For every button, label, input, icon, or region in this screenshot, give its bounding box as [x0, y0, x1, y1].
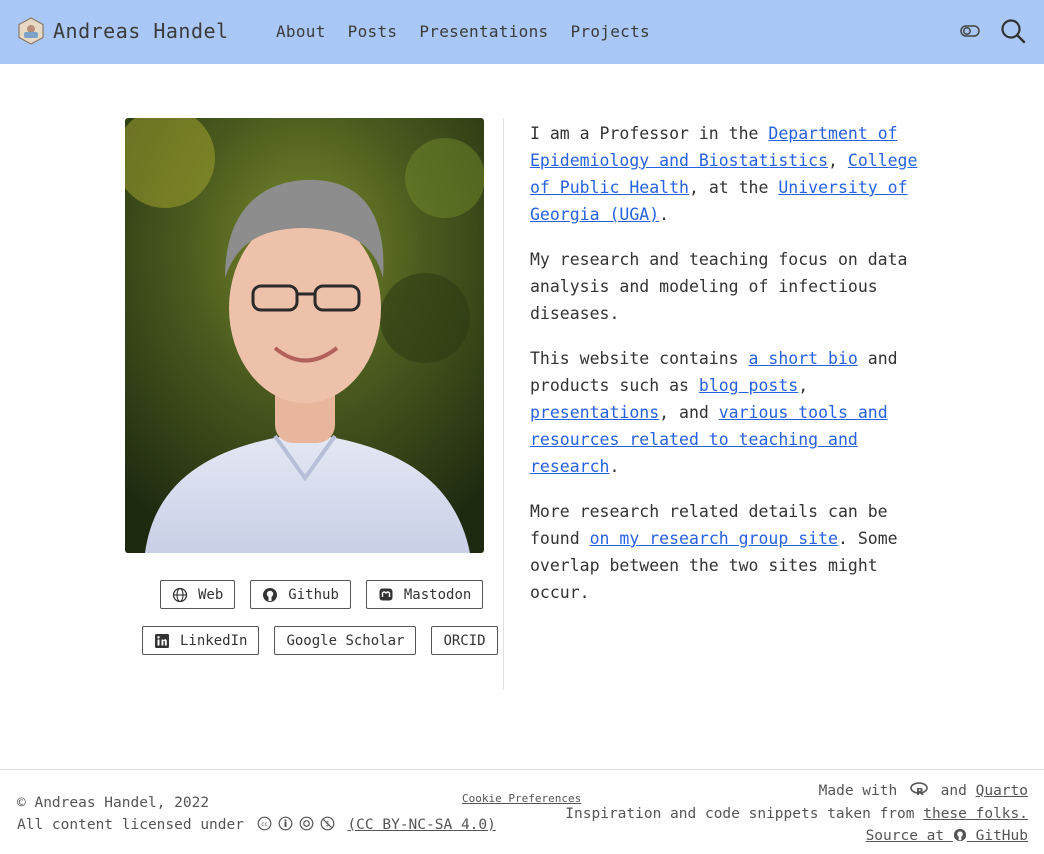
google-scholar-link-label: Google Scholar — [286, 632, 405, 649]
cc-icons: cc $ — [257, 816, 335, 831]
profile-links-row-2: LinkedIn Google Scholar ORCID — [142, 626, 498, 655]
bio-paragraph-1: I am a Professor in the Department of Ep… — [530, 120, 925, 228]
source-text: Source at — [865, 828, 945, 844]
made-with-line: Made with R and Quarto — [565, 780, 1028, 803]
web-link[interactable]: Web — [160, 580, 236, 609]
bio-text-span: , and — [659, 403, 719, 422]
r-icon: R — [910, 782, 928, 798]
nav-about[interactable]: About — [276, 22, 326, 41]
sa-icon: $ — [320, 816, 335, 831]
blog-posts-link[interactable]: blog posts — [699, 376, 798, 395]
license-text: All content licensed under — [17, 817, 244, 833]
search-icon[interactable] — [1000, 18, 1026, 44]
bio-paragraph-4: More research related details can be fou… — [530, 498, 925, 606]
research-group-link[interactable]: on my research group site — [590, 529, 838, 548]
presentations-link[interactable]: presentations — [530, 403, 659, 422]
bio-paragraph-3: This website contains a short bio and pr… — [530, 345, 925, 480]
profile-links-row-1: Web Github Mastodon — [160, 580, 484, 609]
linkedin-link-label: LinkedIn — [180, 632, 248, 649]
globe-icon — [172, 587, 188, 602]
mastodon-link[interactable]: Mastodon — [365, 580, 484, 609]
cc-icon: cc — [257, 816, 272, 831]
navbar: Andreas Handel About Posts Presentations… — [0, 0, 1044, 64]
bio-text-span: . — [659, 205, 670, 224]
source-github-link[interactable]: Source at GitHub — [866, 828, 1028, 844]
bio-text: I am a Professor in the Department of Ep… — [530, 120, 925, 624]
by-icon — [278, 816, 293, 831]
bio-text-span: . — [609, 457, 620, 476]
short-bio-link[interactable]: a short bio — [749, 349, 858, 368]
linkedin-link[interactable]: LinkedIn — [142, 626, 260, 655]
github-link-label: Github — [288, 586, 339, 603]
logo-icon — [18, 17, 44, 45]
made-with-text: Made with — [818, 783, 898, 799]
toggle-icon[interactable] — [960, 25, 980, 37]
bio-text-span: , — [828, 151, 848, 170]
nav-presentations[interactable]: Presentations — [419, 22, 548, 41]
quarto-link[interactable]: Quarto — [976, 783, 1028, 799]
orcid-link[interactable]: ORCID — [431, 626, 498, 655]
column-divider — [503, 118, 504, 690]
inspiration-text: Inspiration and code snippets taken from — [565, 805, 915, 822]
footer-right: Made with R and Quarto Inspiration and c… — [565, 780, 1028, 848]
github-icon — [263, 587, 278, 602]
cookie-preferences-link[interactable]: Cookie Preferences — [462, 792, 581, 805]
nav-projects[interactable]: Projects — [570, 22, 649, 41]
license-link[interactable]: (CC BY-NC-SA 4.0) — [347, 817, 495, 833]
these-folks-link[interactable]: these folks. — [923, 806, 1028, 822]
google-scholar-link[interactable]: Google Scholar — [274, 626, 417, 655]
copyright-text: © Andreas Handel, 2022 — [17, 795, 210, 811]
web-link-label: Web — [198, 586, 224, 603]
footer-left: © Andreas Handel, 2022 All content licen… — [17, 792, 496, 836]
and-text: and — [940, 783, 967, 799]
nav-tools — [960, 18, 1026, 44]
bio-text-span: , — [798, 376, 809, 395]
nav-posts[interactable]: Posts — [348, 22, 398, 41]
inspiration-line: Inspiration and code snippets taken from… — [565, 803, 1028, 826]
github-text: GitHub — [975, 828, 1028, 844]
github-icon — [953, 828, 966, 842]
bio-text-span: I am a Professor in the — [530, 124, 769, 143]
license-line: All content licensed under cc $ (CC BY-N… — [17, 814, 496, 836]
svg-text:$: $ — [325, 820, 329, 828]
svg-text:cc: cc — [261, 821, 268, 828]
nc-icon — [299, 816, 314, 831]
footer-center: Cookie Preferences — [462, 792, 581, 805]
bio-text-span: This website contains — [530, 349, 749, 368]
brand-link[interactable]: Andreas Handel — [17, 17, 229, 45]
profile-photo — [125, 118, 484, 553]
mastodon-link-label: Mastodon — [403, 586, 472, 603]
brand-title: Andreas Handel — [53, 19, 229, 43]
svg-text:R: R — [916, 787, 924, 796]
source-line: Source at GitHub — [565, 825, 1028, 848]
orcid-link-label: ORCID — [443, 632, 486, 649]
bio-paragraph-2: My research and teaching focus on data a… — [530, 250, 908, 323]
nav-links: About Posts Presentations Projects — [276, 22, 672, 41]
mastodon-icon — [379, 588, 393, 600]
bio-text-span: , at the — [688, 178, 779, 197]
linkedin-icon — [155, 633, 169, 648]
footer: © Andreas Handel, 2022 All content licen… — [0, 769, 1044, 854]
github-link[interactable]: Github — [250, 580, 351, 609]
